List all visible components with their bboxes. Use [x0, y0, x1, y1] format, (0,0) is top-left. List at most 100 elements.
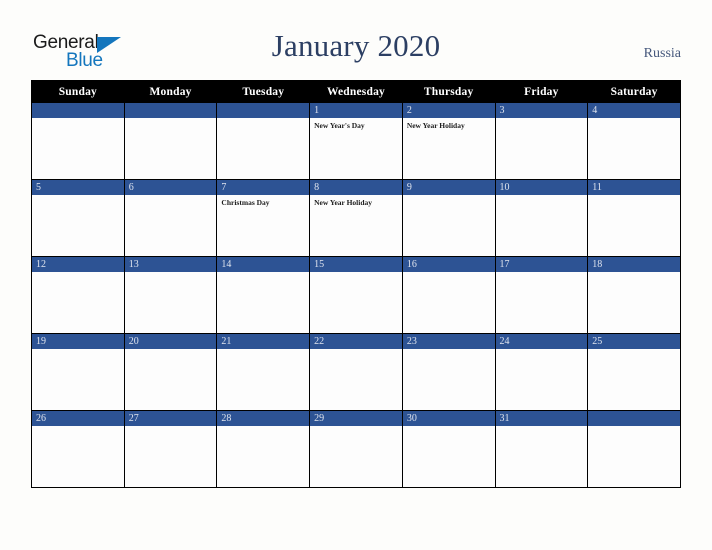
day-event-label: [588, 195, 680, 198]
day-event-label: [403, 195, 495, 198]
day-cell-content: 17: [495, 257, 588, 333]
day-number: 21: [217, 334, 310, 349]
day-cell-content: 21: [217, 334, 310, 410]
calendar-day-cell[interactable]: 21: [216, 333, 311, 411]
day-cell-content: [217, 103, 310, 179]
calendar-day-cell[interactable]: 1 New Year's Day: [309, 102, 403, 180]
day-number: 28: [217, 411, 310, 426]
calendar-day-cell[interactable]: 3: [494, 102, 589, 180]
calendar-day-cell[interactable]: 7 Christmas Day: [216, 179, 311, 257]
calendar-day-cell[interactable]: 28: [216, 410, 311, 488]
day-cell-content: 4: [588, 103, 680, 179]
calendar-day-cell[interactable]: 27: [123, 410, 218, 488]
day-cell-content: 1 New Year's Day: [310, 103, 402, 179]
day-number: 7: [217, 180, 310, 195]
calendar-day-cell[interactable]: 31: [494, 410, 589, 488]
day-number: 15: [310, 257, 402, 272]
day-number: 6: [124, 180, 217, 195]
day-event-label: [217, 272, 309, 275]
day-number: 3: [495, 103, 588, 118]
day-event-label: [403, 272, 495, 275]
day-cell-content: 7 Christmas Day: [217, 180, 310, 256]
calendar-day-cell[interactable]: 11: [587, 179, 681, 257]
weekday-header-row: Sunday Monday Tuesday Wednesday Thursday Frid…: [31, 80, 681, 103]
day-cell-content: 26: [32, 411, 124, 487]
day-number: 8: [310, 180, 402, 195]
calendar-day-cell[interactable]: 13: [123, 256, 218, 334]
day-cell-content: 24: [495, 334, 588, 410]
day-number: 23: [402, 334, 495, 349]
calendar-day-cell[interactable]: 25: [587, 333, 681, 411]
day-number: 22: [310, 334, 402, 349]
weekday-header-sunday: Sunday: [31, 80, 125, 103]
day-event-label: [125, 118, 217, 121]
day-cell-content: 29: [310, 411, 402, 487]
calendar-day-cell[interactable]: [123, 102, 218, 180]
day-event-label: [403, 426, 495, 429]
calendar-day-cell[interactable]: 18: [587, 256, 681, 334]
day-event-label: [217, 349, 309, 352]
calendar-day-cell[interactable]: [31, 102, 125, 180]
day-cell-content: 30: [402, 411, 495, 487]
calendar-day-cell[interactable]: [216, 102, 311, 180]
day-event-label: [496, 349, 588, 352]
day-event-label: New Year Holiday: [314, 198, 373, 207]
calendar-day-cell[interactable]: 19: [31, 333, 125, 411]
calendar-day-cell[interactable]: 14: [216, 256, 311, 334]
day-cell-content: 22: [310, 334, 402, 410]
calendar-day-cell[interactable]: 22: [309, 333, 403, 411]
day-cell-content: [124, 103, 217, 179]
calendar-day-cell[interactable]: 4: [587, 102, 681, 180]
day-number: 11: [588, 180, 680, 195]
calendar-day-cell[interactable]: 12: [31, 256, 125, 334]
day-number: 4: [588, 103, 680, 118]
day-event-label: [32, 349, 124, 352]
calendar-day-cell[interactable]: 17: [494, 256, 589, 334]
calendar-day-cell[interactable]: 24: [494, 333, 589, 411]
day-number: 16: [402, 257, 495, 272]
calendar-day-cell[interactable]: 20: [123, 333, 218, 411]
calendar-day-cell[interactable]: 29: [309, 410, 403, 488]
calendar-day-cell[interactable]: 26: [31, 410, 125, 488]
day-cell-content: 3: [495, 103, 588, 179]
day-number: [588, 411, 680, 426]
day-event-label: [496, 195, 588, 198]
day-number: 12: [32, 257, 124, 272]
calendar-day-cell[interactable]: 5: [31, 179, 125, 257]
weekday-header-wednesday: Wednesday: [309, 80, 403, 103]
calendar-day-cell[interactable]: 6: [123, 179, 218, 257]
calendar-week-row: 5 6 7 Christmas Day 8 New Year Holiday 9 10 11: [31, 179, 681, 257]
calendar-day-cell[interactable]: 30: [401, 410, 496, 488]
day-cell-content: 31: [495, 411, 588, 487]
day-cell-content: 8 New Year Holiday: [310, 180, 402, 256]
day-number: 19: [32, 334, 124, 349]
day-number: 17: [495, 257, 588, 272]
weekday-header-saturday: Saturday: [587, 80, 681, 103]
day-event-label: [125, 195, 217, 198]
calendar-body: 1 New Year's Day 2 New Year Holiday 3 4 5 6 7 Chr…: [31, 102, 681, 488]
day-event-label: [588, 426, 680, 429]
day-cell-content: 28: [217, 411, 310, 487]
day-cell-content: 13: [124, 257, 217, 333]
day-cell-content: 18: [588, 257, 680, 333]
calendar-day-cell[interactable]: 10: [494, 179, 589, 257]
day-event-label: [310, 272, 402, 275]
day-number: 20: [124, 334, 217, 349]
calendar-day-cell[interactable]: 2 New Year Holiday: [401, 102, 496, 180]
day-cell-content: 10: [495, 180, 588, 256]
day-number: 1: [310, 103, 402, 118]
calendar-day-cell[interactable]: 16: [401, 256, 496, 334]
day-event-label: [125, 272, 217, 275]
day-event-label: Christmas Day: [221, 198, 270, 207]
calendar-day-cell[interactable]: 15: [309, 256, 403, 334]
day-number: [124, 103, 217, 118]
day-number: 2: [402, 103, 495, 118]
day-cell-content: 15: [310, 257, 402, 333]
calendar-day-cell[interactable]: 9: [401, 179, 496, 257]
day-number: 24: [495, 334, 588, 349]
day-number: 30: [402, 411, 495, 426]
calendar-day-cell[interactable]: 8 New Year Holiday: [309, 179, 403, 257]
calendar-day-cell[interactable]: 23: [401, 333, 496, 411]
calendar-day-cell[interactable]: [587, 410, 681, 488]
day-event-label: [588, 272, 680, 275]
